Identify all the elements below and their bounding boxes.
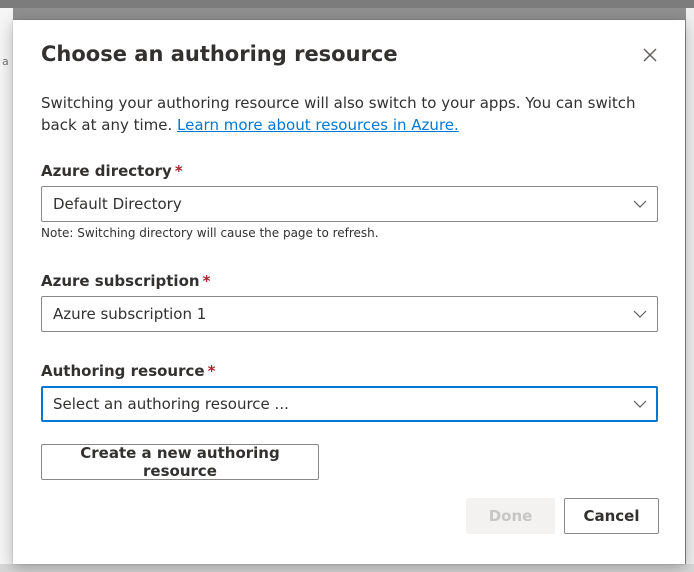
chevron-down-icon [633,310,647,318]
required-indicator: * [202,272,211,290]
azure-directory-dropdown[interactable]: Default Directory [41,186,658,222]
learn-more-link[interactable]: Learn more about resources in Azure. [177,116,459,134]
dialog-title: Choose an authoring resource [41,42,398,66]
directory-note: Note: Switching directory will cause the… [41,226,379,240]
required-indicator: * [207,362,216,380]
authoring-resource-placeholder: Select an authoring resource ... [53,395,289,413]
authoring-resource-label-text: Authoring resource [41,362,205,380]
chevron-down-icon [633,400,647,408]
cancel-button[interactable]: Cancel [564,498,659,534]
authoring-resource-dropdown[interactable]: Select an authoring resource ... [41,386,658,422]
backdrop-bottom-strip [0,564,694,572]
required-indicator: * [174,162,183,180]
azure-directory-label: Azure directory * [41,162,183,180]
chevron-down-icon [633,200,647,208]
close-icon [643,48,657,62]
azure-subscription-label-text: Azure subscription [41,272,200,290]
done-button[interactable]: Done [466,498,555,534]
azure-subscription-dropdown[interactable]: Azure subscription 1 [41,296,658,332]
background-page-edge-right [686,8,694,564]
authoring-resource-dialog: Choose an authoring resource Switching y… [13,20,685,564]
azure-directory-label-text: Azure directory [41,162,172,180]
background-page-glyph: a [2,55,9,68]
background-page-edge-left: a [0,8,13,564]
azure-subscription-value: Azure subscription 1 [53,305,207,323]
dialog-description: Switching your authoring resource will a… [41,92,651,136]
close-button[interactable] [639,44,661,66]
azure-directory-value: Default Directory [53,195,182,213]
backdrop-top-strip [0,0,694,8]
authoring-resource-label: Authoring resource * [41,362,215,380]
create-authoring-resource-button[interactable]: Create a new authoring resource [41,444,319,480]
azure-subscription-label: Azure subscription * [41,272,210,290]
